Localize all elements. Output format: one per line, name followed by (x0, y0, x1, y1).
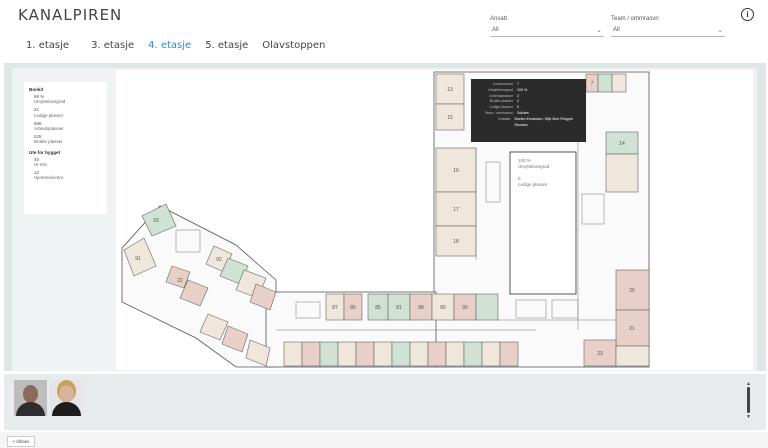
info-icon[interactable]: i (741, 8, 754, 21)
overlay-free-label: Ledige plasser (518, 182, 548, 187)
room-label-18: 18 (453, 239, 459, 245)
floor-plan: 13 15 16 17 18 14 93 91 92 87 86 85 81 8… (116, 70, 753, 370)
room-label-87: 87 (332, 305, 338, 311)
room-label-23: 23 (597, 351, 603, 357)
filter-ansatt-label: Ansatt (490, 16, 508, 22)
chevron-down-icon: ⌄ (596, 27, 602, 34)
employee-strip: ▲ ▼ (4, 374, 766, 430)
stat-hjemme-label: Hjemmekontor (34, 175, 64, 181)
filter-team: Team / ommrasvn All ⌄ (611, 16, 725, 37)
legend-section-ute: Ute for bygget (29, 149, 61, 155)
tab-4-etasje[interactable]: 4. etasje (148, 40, 191, 51)
room-label-15: 15 (447, 115, 453, 121)
scroll-down-icon[interactable]: ▼ (746, 414, 751, 420)
scrollbar[interactable] (747, 387, 750, 413)
room-label-21: 21 (629, 326, 635, 332)
room-label-89: 89 (440, 305, 446, 311)
photo-list (14, 380, 83, 424)
room-label-91: 91 (135, 256, 141, 262)
floor-tabs: 1. etasje 3. etasje 4. etasje 5. etasje … (26, 40, 339, 51)
filter-ansatt-select[interactable]: All ⌄ (490, 25, 604, 37)
chevron-down-icon: ⌄ (717, 27, 723, 34)
room-label-22: 22 (177, 278, 183, 284)
header-bar: KANALPIREN i 1. etasje 3. etasje 4. etas… (0, 0, 768, 62)
footer (0, 432, 768, 448)
tab-5-etasje[interactable]: 5. etasje (205, 40, 248, 51)
room-label-14: 14 (619, 141, 625, 147)
room-label-88: 88 (418, 305, 424, 311)
room-tooltip: Kontorromm 7 Utnyttelsesgrad 100 % Arbeids… (471, 79, 586, 142)
avatar[interactable] (14, 380, 47, 416)
avatar[interactable] (50, 380, 83, 416)
filter-team-label: Team / ommrasvn (611, 16, 659, 22)
room-label-20: 20 (629, 288, 635, 294)
overlay-pct: 100 % (518, 158, 531, 163)
back-button[interactable]: < tilbake (7, 436, 35, 447)
tab-olavstoppen[interactable]: Olavstoppen (262, 40, 325, 51)
room-label-13: 13 (447, 87, 453, 93)
room-label-90: 90 (462, 305, 468, 311)
app-title: KANALPIREN (18, 6, 123, 24)
legend-card: Bookit 68 % Utnyttelsesgrad 21 Ledige pl… (24, 82, 107, 214)
floor-plan-svg: 13 15 16 17 18 14 93 91 92 87 86 85 81 8… (121, 71, 650, 368)
overlay-pct-label: Utnyttelsesgrad (518, 164, 550, 169)
filter-team-select[interactable]: All ⌄ (611, 25, 725, 37)
room-label-85: 85 (375, 305, 381, 311)
tab-1-etasje[interactable]: 1. etasje (26, 40, 69, 51)
room-label-7: 7 (591, 81, 594, 87)
tab-3-etasje[interactable]: 3. etasje (91, 40, 134, 51)
room-label-17: 17 (453, 207, 459, 213)
legend-section-bookit: Bookit (29, 87, 44, 92)
filter-ansatt: Ansatt All ⌄ (490, 16, 604, 37)
room-label-93: 93 (153, 218, 159, 224)
room-label-81: 81 (396, 305, 402, 311)
room-label-92: 92 (216, 257, 222, 263)
room-label-86: 86 (350, 305, 356, 311)
room-label-16: 16 (453, 168, 459, 174)
